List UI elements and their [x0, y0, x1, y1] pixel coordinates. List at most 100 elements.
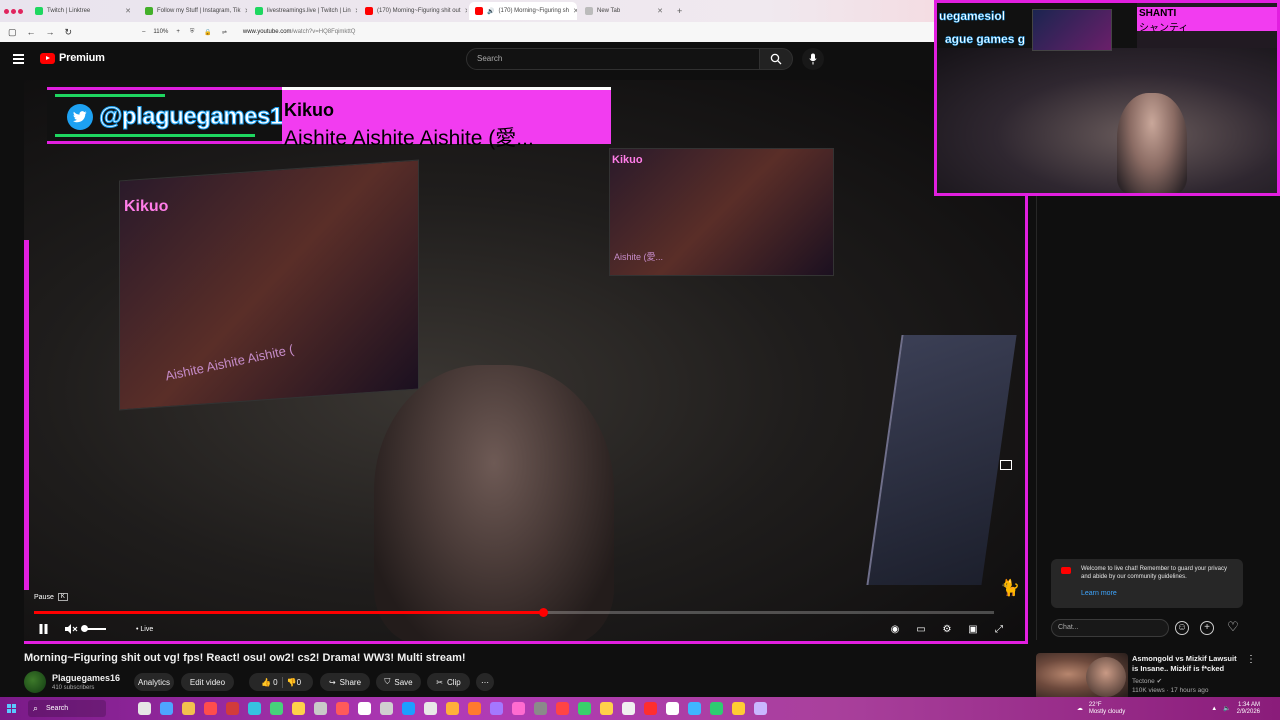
network-icon[interactable]: ▲ [1211, 706, 1217, 712]
autoplay-toggle[interactable]: ◉ [886, 620, 904, 638]
add-icon[interactable]: + [1200, 621, 1214, 635]
github-icon[interactable] [424, 702, 437, 715]
chrome-icon[interactable] [270, 702, 283, 715]
more-vertical-icon[interactable]: ⋮ [1246, 654, 1256, 665]
menu-icon[interactable] [13, 54, 24, 64]
browser-tab[interactable]: New Tab ✕ [579, 2, 669, 20]
close-icon[interactable]: ✕ [125, 7, 131, 15]
task-view-icon[interactable] [138, 702, 151, 715]
analytics-button[interactable]: Analytics [134, 673, 174, 691]
file-explorer-icon[interactable] [160, 702, 173, 715]
search-button[interactable] [759, 48, 793, 70]
folder-icon[interactable] [732, 702, 745, 715]
record-icon[interactable] [556, 702, 569, 715]
settings-gear-icon[interactable]: ⚙ [938, 620, 956, 638]
clock[interactable]: 1:34 AM 2/9/2026 [1237, 702, 1260, 716]
close-icon[interactable]: ✕ [573, 7, 577, 15]
youtube-icon[interactable] [336, 702, 349, 715]
zoom-in-icon[interactable]: + [176, 29, 180, 35]
terminal-icon[interactable] [534, 702, 547, 715]
android-icon[interactable] [578, 702, 591, 715]
new-tab-icon[interactable]: + [671, 6, 688, 16]
notes-icon[interactable] [600, 702, 613, 715]
close-icon[interactable]: ✕ [465, 7, 467, 15]
mute-button[interactable] [62, 620, 80, 638]
youtube-logo[interactable]: Premium [40, 52, 105, 64]
browser-tab[interactable]: Follow my Stuff | Instagram, Tik✕ [139, 2, 247, 20]
forward-icon[interactable]: → [46, 27, 55, 37]
theater-mode-icon[interactable]: ▣ [964, 620, 982, 638]
subtitles-button[interactable]: ▭ [912, 620, 930, 638]
zoom-out-icon[interactable]: – [142, 29, 145, 35]
media-player-icon[interactable] [622, 702, 635, 715]
page-settings-icon[interactable]: ⇌ [222, 29, 227, 36]
channel-name[interactable]: Plaguegames16 [52, 673, 120, 683]
phone-icon[interactable] [710, 702, 723, 715]
obs-icon[interactable] [314, 702, 327, 715]
back-icon[interactable]: ← [27, 27, 36, 37]
browser-tab[interactable]: (170) Morning~Figuring shit out ✕ [359, 2, 467, 20]
search-input[interactable]: Search [466, 48, 760, 70]
webcam-song-title: シャンティ [1139, 23, 1189, 34]
tooltip-label: Pause [34, 593, 54, 601]
recommended-channel[interactable]: Tectone ✔ [1132, 677, 1162, 685]
url-field[interactable]: www.youtube.com/watch?v=HQ8FqimkttQ [243, 29, 356, 35]
blender-icon[interactable] [468, 702, 481, 715]
emoji-icon[interactable]: ☺ [1175, 621, 1189, 635]
edit-video-button[interactable]: Edit video [181, 673, 234, 691]
progress-scrubber[interactable] [538, 608, 548, 617]
weather-widget[interactable]: 22°F Mostly cloudy [1089, 702, 1125, 716]
folder-icon[interactable] [182, 702, 195, 715]
volume-icon[interactable]: 🔈 [1223, 705, 1230, 712]
share-button[interactable]: ↪ Share [320, 673, 370, 691]
volume-slider[interactable] [81, 625, 106, 632]
video-player[interactable]: Kikuo Aishite Aishite Aishite ( Kikuo Ai… [24, 80, 1028, 644]
brave-icon[interactable] [490, 702, 503, 715]
browser-tab[interactable]: Twitch | Linktree ✕ [29, 2, 137, 20]
edge-icon[interactable] [248, 702, 261, 715]
miniplayer-icon[interactable] [1000, 460, 1012, 470]
reload-icon[interactable]: ↻ [65, 27, 73, 38]
voice-search-button[interactable] [802, 48, 824, 70]
browser-tab[interactable]: livestreamings.live | Twitch | Lin ✕ [249, 2, 357, 20]
learn-more-link[interactable]: Learn more [1081, 590, 1117, 598]
recommended-thumbnail[interactable] [1036, 653, 1128, 700]
sidebar-icon[interactable]: ▢ [8, 27, 17, 38]
lock-icon[interactable]: 🔒 [204, 29, 211, 36]
dislike-button[interactable]: 👎0 [287, 678, 301, 687]
zoom-level[interactable]: 110% [153, 29, 168, 35]
close-icon[interactable]: ✕ [355, 7, 357, 15]
close-icon[interactable]: ✕ [657, 7, 663, 15]
grid-icon[interactable] [754, 702, 767, 715]
discord-icon[interactable] [358, 702, 371, 715]
vlc-icon[interactable] [446, 702, 459, 715]
settings-icon[interactable] [380, 702, 393, 715]
tooltip-shortcut: K [57, 593, 68, 601]
scissors-icon: ✂ [436, 677, 443, 687]
shield-icon[interactable]: ⛨ [190, 29, 195, 36]
taskbar-search[interactable]: Search [28, 700, 106, 717]
clip-button[interactable]: ✂ Clip [427, 673, 470, 691]
live-indicator[interactable]: • Live [136, 626, 153, 633]
progress-bar[interactable] [34, 608, 994, 617]
opera-icon[interactable] [226, 702, 239, 715]
browser-tab-active[interactable]: 🔊 (170) Morning~Figuring sh ✕ [469, 2, 577, 20]
start-button[interactable] [0, 697, 22, 720]
browser-icon[interactable] [688, 702, 701, 715]
calendar-icon[interactable] [644, 702, 657, 715]
close-icon[interactable]: ✕ [244, 7, 247, 15]
channel-avatar[interactable] [24, 671, 46, 693]
spotify-icon[interactable] [512, 702, 525, 715]
more-actions-button[interactable]: ⋯ [476, 673, 494, 691]
firefox-icon[interactable] [204, 702, 217, 715]
app-icon[interactable] [666, 702, 679, 715]
recommended-title[interactable]: Asmongold vs Mizkif Lawsuit is Insane.. … [1132, 654, 1244, 674]
save-button[interactable]: ⛉ Save [376, 673, 421, 691]
teams-icon[interactable] [402, 702, 415, 715]
like-button[interactable]: 👍 0 [261, 678, 278, 687]
pause-button[interactable] [34, 620, 52, 638]
chat-input[interactable]: Chat... [1051, 619, 1169, 637]
steam-icon[interactable] [292, 702, 305, 715]
fullscreen-icon[interactable]: ⤢ [990, 620, 1008, 638]
heart-icon[interactable]: ♡ [1226, 620, 1240, 635]
